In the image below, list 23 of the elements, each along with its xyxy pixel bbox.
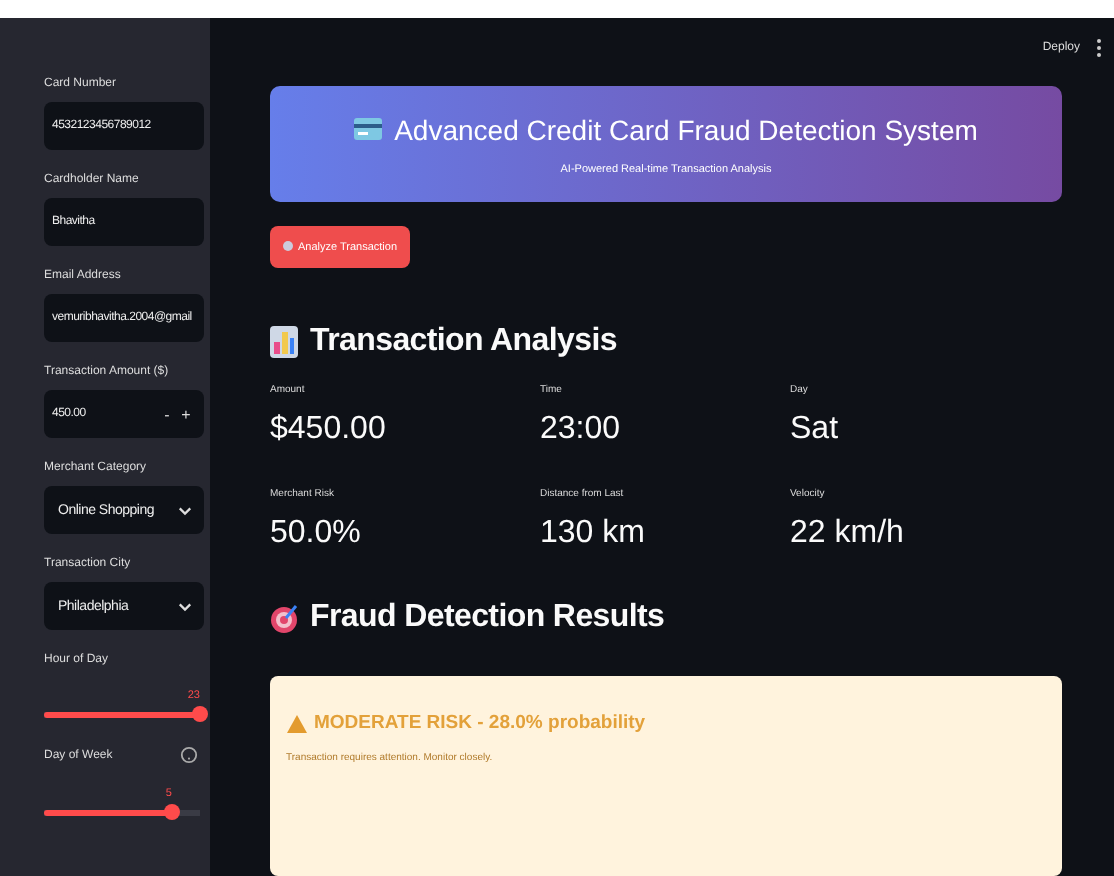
more-icon[interactable] — [1096, 38, 1102, 58]
dot-icon — [282, 240, 294, 254]
metric-value: 50.0% — [270, 516, 363, 552]
chevron-down-icon — [178, 601, 192, 611]
banner-title: Advanced Credit Card Fraud Detection System — [394, 113, 978, 145]
section-heading: Fraud Detection Results — [310, 600, 665, 636]
section-heading: Transaction Analysis — [310, 324, 617, 360]
target-icon — [270, 603, 298, 633]
slider-thumb[interactable] — [192, 706, 208, 722]
bar-chart-icon — [270, 326, 298, 358]
metric-value: $450.00 — [270, 412, 388, 448]
slider-thumb[interactable] — [163, 804, 180, 820]
minus-button[interactable]: - — [158, 405, 176, 423]
metric-value: 23:00 — [540, 412, 623, 448]
help-icon[interactable] — [180, 746, 198, 764]
plus-button[interactable]: + — [175, 405, 196, 423]
chevron-down-icon — [178, 505, 192, 515]
metric-value: Sat — [790, 412, 841, 448]
credit-card-icon — [354, 118, 383, 140]
alert-title: MODERATE RISK - 28.0% probability — [314, 712, 646, 734]
metric-value: 22 km/h — [790, 516, 906, 552]
warning-icon — [286, 713, 308, 733]
metric-value: 130 km — [540, 516, 647, 552]
